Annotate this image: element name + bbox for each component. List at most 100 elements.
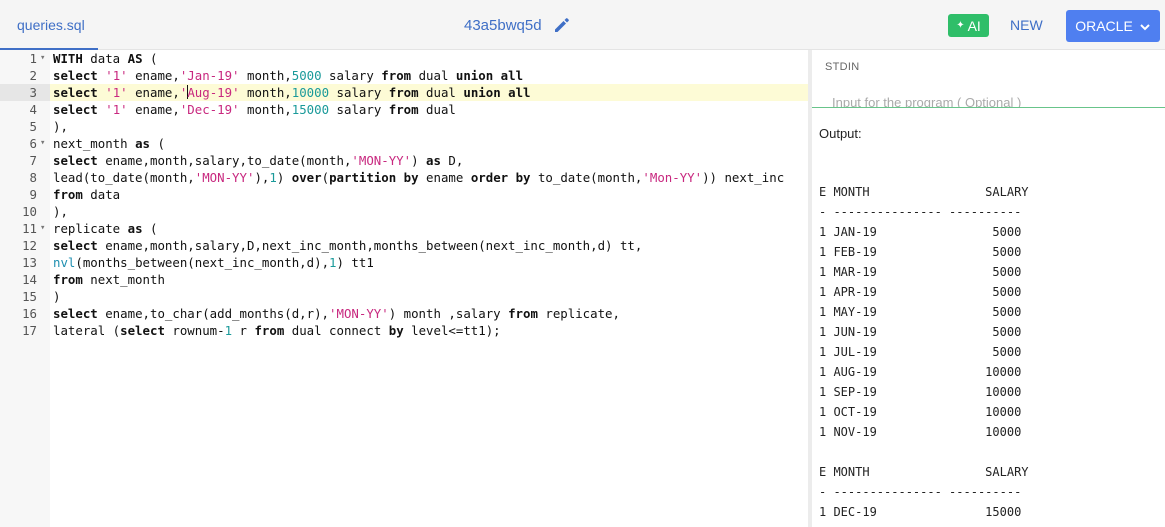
code-line[interactable]: 13 nvl(months_between(next_inc_month,d),1… bbox=[0, 254, 808, 271]
code-line[interactable]: 15) bbox=[0, 288, 808, 305]
code-text[interactable]: select '1' ename,'Dec-19' month,15000 sa… bbox=[53, 101, 456, 118]
line-number: 10 bbox=[0, 203, 50, 220]
line-number: 1 ▾ bbox=[0, 50, 50, 67]
line-number-text: 4 bbox=[29, 102, 37, 117]
code-token: '1' bbox=[105, 68, 128, 83]
line-number-text: 7 bbox=[29, 153, 37, 168]
program-name[interactable]: 43a5bwq5d bbox=[464, 17, 542, 34]
code-token: ename,to_char(add_months(d,r), bbox=[97, 306, 330, 321]
code-token: next_month bbox=[53, 136, 136, 151]
line-number: 15 bbox=[0, 288, 50, 305]
code-text[interactable]: lead(to_date(month,'MON-YY'),1) over(par… bbox=[53, 169, 784, 186]
code-text[interactable]: select ename,month,salary,to_date(month,… bbox=[53, 152, 463, 169]
code-token: ) tt1 bbox=[336, 255, 374, 270]
code-text[interactable]: ), bbox=[53, 203, 68, 220]
line-number: 12 bbox=[0, 237, 50, 254]
code-line[interactable]: 10), bbox=[0, 203, 808, 220]
code-line[interactable]: 1 ▾ WITH data AS ( bbox=[0, 50, 808, 67]
code-token: next_month bbox=[82, 272, 165, 287]
code-token: (months_between(next_inc_month,d), bbox=[75, 255, 330, 270]
code-line[interactable]: 17 lateral (select rownum-1 r from dual c… bbox=[0, 322, 808, 339]
code-text[interactable]: from next_month bbox=[53, 271, 165, 288]
code-token: ( bbox=[142, 221, 158, 236]
code-line[interactable]: 7 select ename,month,salary,to_date(month… bbox=[0, 152, 808, 169]
code-token: from bbox=[381, 68, 412, 83]
code-line[interactable]: 12 select ename,month,salary,D,next_inc_m… bbox=[0, 237, 808, 254]
code-text[interactable]: ) bbox=[53, 288, 60, 305]
line-number-text: 3 bbox=[29, 85, 37, 100]
code-token: ) bbox=[411, 153, 427, 168]
code-token: as bbox=[135, 136, 150, 151]
output-line: - --------------- ---------- bbox=[819, 485, 1022, 499]
new-button[interactable]: NEW bbox=[1010, 17, 1043, 33]
code-token: order by bbox=[470, 170, 531, 185]
code-text[interactable]: select ename,month,salary,D,next_inc_mon… bbox=[53, 237, 642, 254]
fold-arrow-icon[interactable]: ▾ bbox=[40, 220, 45, 237]
code-token: AS bbox=[127, 51, 143, 66]
line-number: 16 bbox=[0, 305, 50, 322]
code-token: select bbox=[53, 68, 98, 83]
line-number-text: 11 bbox=[22, 221, 37, 236]
code-line[interactable]: 16 select ename,to_char(add_months(d,r),'… bbox=[0, 305, 808, 322]
line-number: 3 bbox=[0, 84, 50, 101]
line-number-text: 6 bbox=[29, 136, 37, 151]
code-token: from bbox=[508, 306, 538, 321]
code-token: level<=tt1); bbox=[403, 323, 501, 338]
line-number: 17 bbox=[0, 322, 50, 339]
code-token: ) bbox=[53, 289, 61, 304]
code-token: salary bbox=[329, 85, 389, 100]
code-line[interactable]: 9 from data bbox=[0, 186, 808, 203]
line-number-text: 17 bbox=[22, 323, 37, 338]
code-token: )) next_inc bbox=[702, 170, 785, 185]
output-line: 1 MAR-19 5000 bbox=[819, 265, 1022, 279]
stdin-input[interactable]: Input for the program ( Optional ) bbox=[832, 94, 1152, 108]
code-token: ename, bbox=[127, 102, 180, 117]
code-token: from bbox=[53, 187, 83, 202]
code-token: D, bbox=[440, 153, 464, 168]
code-token: dual connect bbox=[284, 323, 389, 338]
output-label: Output: bbox=[819, 126, 862, 141]
line-number-text: 8 bbox=[29, 170, 37, 185]
code-token: 1 bbox=[329, 255, 337, 270]
code-token: select bbox=[53, 306, 98, 321]
line-number-text: 9 bbox=[29, 187, 37, 202]
code-text[interactable]: replicate as ( bbox=[53, 220, 157, 237]
code-token: replicate, bbox=[537, 306, 620, 321]
line-number: 9 bbox=[0, 186, 50, 203]
code-text[interactable]: select '1' ename,'Aug-19' month,10000 sa… bbox=[53, 84, 531, 101]
code-line[interactable]: 2 select '1' ename,'Jan-19' month,5000 sa… bbox=[0, 67, 808, 84]
code-token: ename, bbox=[127, 68, 180, 83]
code-editor[interactable]: 1 ▾ WITH data AS (2 select '1' ename,'Jan-1… bbox=[0, 50, 808, 527]
code-text[interactable]: WITH data AS ( bbox=[53, 50, 157, 67]
line-number: 8 bbox=[0, 169, 50, 186]
code-text[interactable]: from data bbox=[53, 186, 120, 203]
code-token: data bbox=[82, 51, 128, 66]
code-text[interactable]: select '1' ename,'Jan-19' month,5000 sal… bbox=[53, 67, 523, 84]
language-select-button[interactable]: ORACLE bbox=[1066, 10, 1160, 42]
language-label: ORACLE bbox=[1075, 18, 1133, 34]
file-tab[interactable]: queries.sql bbox=[0, 0, 98, 50]
code-text[interactable]: lateral (select rownum-1 r from dual con… bbox=[53, 322, 501, 339]
code-line[interactable]: 4 select '1' ename,'Dec-19' month,15000 s… bbox=[0, 101, 808, 118]
code-token: nvl bbox=[53, 255, 76, 270]
pencil-icon[interactable] bbox=[552, 15, 572, 35]
code-text[interactable]: select ename,to_char(add_months(d,r),'MO… bbox=[53, 305, 620, 322]
line-number-text: 15 bbox=[22, 289, 37, 304]
code-token: ) month ,salary bbox=[388, 306, 509, 321]
code-text[interactable]: ), bbox=[53, 118, 68, 135]
code-token: over bbox=[291, 170, 322, 185]
fold-arrow-icon[interactable]: ▾ bbox=[40, 135, 45, 152]
code-token: ), bbox=[254, 170, 270, 185]
ai-button[interactable]: ✦ AI bbox=[948, 14, 989, 37]
code-line[interactable]: 3 select '1' ename,'Aug-19' month,10000 s… bbox=[0, 84, 808, 101]
code-text[interactable]: next_month as ( bbox=[53, 135, 165, 152]
code-token: data bbox=[82, 187, 121, 202]
code-token: 15000 bbox=[291, 102, 330, 117]
fold-arrow-icon[interactable]: ▾ bbox=[40, 50, 45, 67]
code-line[interactable]: 6 ▾ next_month as ( bbox=[0, 135, 808, 152]
code-line[interactable]: 14 from next_month bbox=[0, 271, 808, 288]
code-text[interactable]: nvl(months_between(next_inc_month,d),1) … bbox=[53, 254, 374, 271]
code-line[interactable]: 11 ▾ replicate as ( bbox=[0, 220, 808, 237]
code-line[interactable]: 8 lead(to_date(month,'MON-YY'),1) over(pa… bbox=[0, 169, 808, 186]
code-line[interactable]: 5), bbox=[0, 118, 808, 135]
